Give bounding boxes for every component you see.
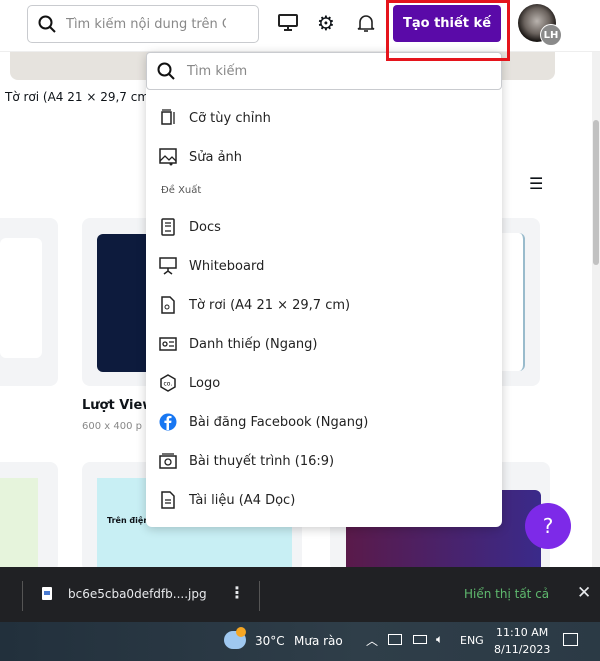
weather-text[interactable]: Mưa rào: [294, 634, 343, 648]
weather-icon[interactable]: [224, 627, 246, 649]
temperature[interactable]: 30°C: [255, 634, 285, 648]
chevron-up-icon[interactable]: ︿: [366, 632, 378, 649]
card-subtitle: 600 x 400 p: [82, 421, 142, 432]
design-card[interactable]: [0, 218, 58, 386]
menu-item-label: Bài thuyết trình (16:9): [189, 453, 335, 469]
edit-photo-icon: [159, 148, 177, 166]
divider: [22, 581, 23, 611]
menu-item-label: Logo: [189, 375, 221, 391]
menu-item-flyer[interactable]: Tờ rơi (A4 21 × 29,7 cm): [146, 287, 502, 323]
notification-bell-icon[interactable]: [355, 12, 377, 34]
menu-item-edit-photo[interactable]: Sửa ảnh: [146, 139, 502, 175]
docs-icon: [161, 218, 175, 236]
business-card-icon: [159, 337, 177, 351]
list-view-icon[interactable]: ☰: [529, 174, 543, 193]
desktop-app-icon[interactable]: [277, 12, 299, 34]
search-placeholder: Tìm kiếm: [187, 63, 248, 79]
menu-item-presentation[interactable]: Bài thuyết trình (16:9): [146, 443, 502, 479]
card-title[interactable]: Tờ rơi (A4 21 × 29,7 cm: [5, 90, 149, 104]
avatar-initials: LH: [540, 24, 562, 46]
search-input[interactable]: Tìm kiếm nội dung trên Canva: [27, 5, 259, 43]
menu-item-label: Cỡ tùy chỉnh: [189, 110, 271, 126]
svg-text:co.: co.: [164, 381, 173, 388]
download-file-name[interactable]: bc6e5cba0defdfb....jpg: [68, 587, 207, 601]
more-options-icon[interactable]: ⋮: [229, 583, 245, 602]
card-title[interactable]: Lượt View: [82, 398, 154, 413]
menu-item-facebook-post[interactable]: Bài đăng Facebook (Ngang): [146, 404, 502, 440]
menu-item-logo[interactable]: co. Logo: [146, 365, 502, 401]
menu-item-label: Bài đăng Facebook (Ngang): [189, 414, 369, 430]
scrollbar[interactable]: [592, 52, 600, 567]
menu-item-business-card[interactable]: Danh thiếp (Ngang): [146, 326, 502, 362]
close-icon[interactable]: ✕: [577, 583, 591, 603]
facebook-icon: [159, 413, 177, 431]
document-icon: [161, 491, 175, 509]
help-button[interactable]: ?: [525, 503, 571, 549]
design-card[interactable]: [0, 462, 58, 578]
download-bar: bc6e5cba0defdfb....jpg ⋮ Hiển thị tất cả…: [0, 567, 600, 622]
menu-item-docs[interactable]: Docs: [146, 209, 502, 245]
settings-gear-icon[interactable]: ⚙: [315, 11, 337, 35]
clock-time[interactable]: 11:10 AM: [496, 626, 548, 639]
network-icon[interactable]: [388, 634, 402, 645]
menu-item-document[interactable]: Tài liệu (A4 Dọc): [146, 482, 502, 518]
logo-icon: co.: [160, 374, 176, 392]
search-icon: [157, 62, 175, 80]
menu-item-label: Whiteboard: [189, 258, 265, 274]
highlight-box: [386, 0, 510, 61]
menu-item-label: Danh thiếp (Ngang): [189, 336, 318, 352]
show-all-link[interactable]: Hiển thị tất cả: [464, 587, 549, 601]
volume-icon[interactable]: 🔈︎: [436, 632, 443, 647]
top-header: Tìm kiếm nội dung trên Canva ⚙ Tạo thiết…: [0, 0, 600, 52]
action-center-icon[interactable]: [563, 633, 578, 646]
create-design-dropdown: Tìm kiếm Cỡ tùy chỉnh Sửa ảnh Đề Xuất Do…: [146, 52, 502, 527]
custom-size-icon: [161, 109, 175, 125]
presentation-icon: [159, 453, 177, 469]
whiteboard-icon: [159, 257, 177, 275]
divider: [259, 581, 260, 611]
language-indicator[interactable]: ENG: [460, 634, 484, 647]
battery-icon[interactable]: [413, 635, 427, 644]
section-label: Đề Xuất: [161, 185, 202, 196]
menu-item-label: Docs: [189, 219, 221, 235]
search-icon: [38, 15, 56, 33]
menu-item-label: Sửa ảnh: [189, 149, 243, 165]
windows-taskbar: 30°C Mưa rào ︿ 🔈︎ ENG 11:10 AM 8/11/2023: [0, 622, 600, 661]
menu-item-label: Tài liệu (A4 Dọc): [189, 492, 296, 508]
search-placeholder: Tìm kiếm nội dung trên Canva: [66, 16, 226, 32]
menu-item-custom-size[interactable]: Cỡ tùy chỉnh: [146, 100, 502, 136]
menu-item-label: Tờ rơi (A4 21 × 29,7 cm): [189, 297, 351, 313]
menu-item-whiteboard[interactable]: Whiteboard: [146, 248, 502, 284]
clock-date[interactable]: 8/11/2023: [494, 643, 550, 656]
image-file-icon: [42, 587, 52, 600]
flyer-icon: [161, 296, 175, 314]
